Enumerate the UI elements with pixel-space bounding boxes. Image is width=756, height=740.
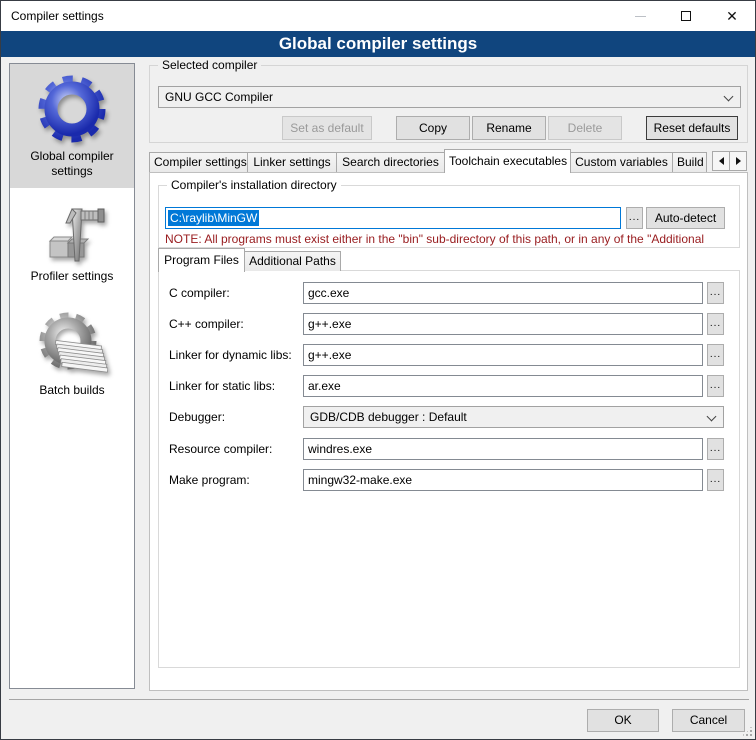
cancel-button[interactable]: Cancel <box>672 709 745 732</box>
group-legend: Compiler's installation directory <box>167 178 341 192</box>
make-program-browse-button[interactable]: ... <box>707 469 724 491</box>
toolchain-executables-panel: Compiler's installation directory C:\ray… <box>149 172 748 691</box>
field-label: C++ compiler: <box>169 313 244 335</box>
dynamic-linker-browse-button[interactable]: ... <box>707 344 724 366</box>
sidebar-item-label: Profiler settings <box>10 267 134 292</box>
group-legend: Selected compiler <box>158 58 261 72</box>
tab-custom-variables[interactable]: Custom variables <box>570 152 673 172</box>
close-button[interactable]: ✕ <box>709 1 755 31</box>
minimize-icon <box>635 16 646 17</box>
c-compiler-browse-button[interactable]: ... <box>707 282 724 304</box>
resource-compiler-input[interactable] <box>303 438 703 460</box>
program-files-panel: C compiler: ... C++ compiler: ... Linker… <box>158 270 740 668</box>
static-linker-input[interactable] <box>303 375 703 397</box>
compiler-settings-window: Compiler settings ✕ Global compiler sett… <box>0 0 756 740</box>
sidebar-item-global-compiler-settings[interactable]: Global compiler settings <box>10 64 134 188</box>
reset-defaults-button[interactable]: Reset defaults <box>646 116 738 140</box>
chevron-down-icon <box>707 412 717 422</box>
copy-button[interactable]: Copy <box>396 116 470 140</box>
static-linker-browse-button[interactable]: ... <box>707 375 724 397</box>
maximize-icon <box>681 11 691 21</box>
resource-compiler-browse-button[interactable]: ... <box>707 438 724 460</box>
gray-gear-stack-icon <box>36 309 108 381</box>
settings-category-list: Global compiler settings <box>9 63 135 689</box>
install-dir-input[interactable]: C:\raylib\MinGW <box>165 207 621 229</box>
tab-toolchain-executables[interactable]: Toolchain executables <box>444 149 571 173</box>
caliper-icon <box>36 195 108 267</box>
arrow-left-icon <box>719 157 724 165</box>
install-dir-browse-button[interactable]: ... <box>626 207 643 229</box>
window-controls: ✕ <box>617 1 755 31</box>
debugger-value: GDB/CDB debugger : Default <box>310 410 467 424</box>
sidebar-item-label: Batch builds <box>10 381 134 406</box>
cpp-compiler-input[interactable] <box>303 313 703 335</box>
compiler-tabstrip: Compiler settings Linker settings Search… <box>149 149 748 172</box>
ok-button[interactable]: OK <box>587 709 659 732</box>
footer-divider <box>9 699 749 700</box>
tab-program-files[interactable]: Program Files <box>158 248 245 272</box>
arrow-right-icon <box>736 157 741 165</box>
titlebar: Compiler settings ✕ <box>1 1 755 31</box>
tab-scroll-left-button[interactable] <box>712 151 730 171</box>
tab-search-directories[interactable]: Search directories <box>336 152 445 172</box>
field-label: Linker for static libs: <box>169 375 275 397</box>
sidebar-item-profiler-settings[interactable]: Profiler settings <box>10 188 134 302</box>
tab-scroll-controls <box>713 151 747 171</box>
close-icon: ✕ <box>726 9 738 23</box>
installation-directory-group: Compiler's installation directory C:\ray… <box>158 185 740 248</box>
tab-additional-paths[interactable]: Additional Paths <box>244 251 341 271</box>
tab-scroll-right-button[interactable] <box>729 151 747 171</box>
minimize-button[interactable] <box>617 1 663 31</box>
c-compiler-input[interactable] <box>303 282 703 304</box>
sidebar-item-batch-builds[interactable]: Batch builds <box>10 302 134 416</box>
tab-linker-settings[interactable]: Linker settings <box>247 152 337 172</box>
bin-subdirectory-note: NOTE: All programs must exist either in … <box>165 232 735 246</box>
debugger-select[interactable]: GDB/CDB debugger : Default <box>303 406 724 428</box>
tab-build[interactable]: Build <box>672 152 707 172</box>
selected-compiler-value: GNU GCC Compiler <box>165 90 273 104</box>
field-label: Debugger: <box>169 406 225 428</box>
maximize-button[interactable] <box>663 1 709 31</box>
sidebar-item-label: Global compiler settings <box>10 147 134 187</box>
page-title: Global compiler settings <box>1 31 755 57</box>
blue-gear-icon <box>34 71 110 147</box>
selected-compiler-group: Selected compiler GNU GCC Compiler Set a… <box>149 65 748 143</box>
field-label: Make program: <box>169 469 250 491</box>
dynamic-linker-input[interactable] <box>303 344 703 366</box>
delete-button[interactable]: Delete <box>548 116 622 140</box>
selected-compiler-combo[interactable]: GNU GCC Compiler <box>158 86 741 108</box>
window-title: Compiler settings <box>11 1 104 31</box>
tab-compiler-settings[interactable]: Compiler settings <box>149 152 248 172</box>
program-files-tabstrip: Program Files Additional Paths <box>158 248 340 271</box>
resize-grip-icon[interactable] <box>743 727 753 737</box>
field-label: Linker for dynamic libs: <box>169 344 292 366</box>
field-label: Resource compiler: <box>169 438 272 460</box>
make-program-input[interactable] <box>303 469 703 491</box>
auto-detect-button[interactable]: Auto-detect <box>646 207 725 229</box>
install-dir-value: C:\raylib\MinGW <box>168 210 259 226</box>
set-as-default-button[interactable]: Set as default <box>282 116 372 140</box>
chevron-down-icon <box>724 92 734 102</box>
field-label: C compiler: <box>169 282 230 304</box>
rename-button[interactable]: Rename <box>472 116 546 140</box>
cpp-compiler-browse-button[interactable]: ... <box>707 313 724 335</box>
